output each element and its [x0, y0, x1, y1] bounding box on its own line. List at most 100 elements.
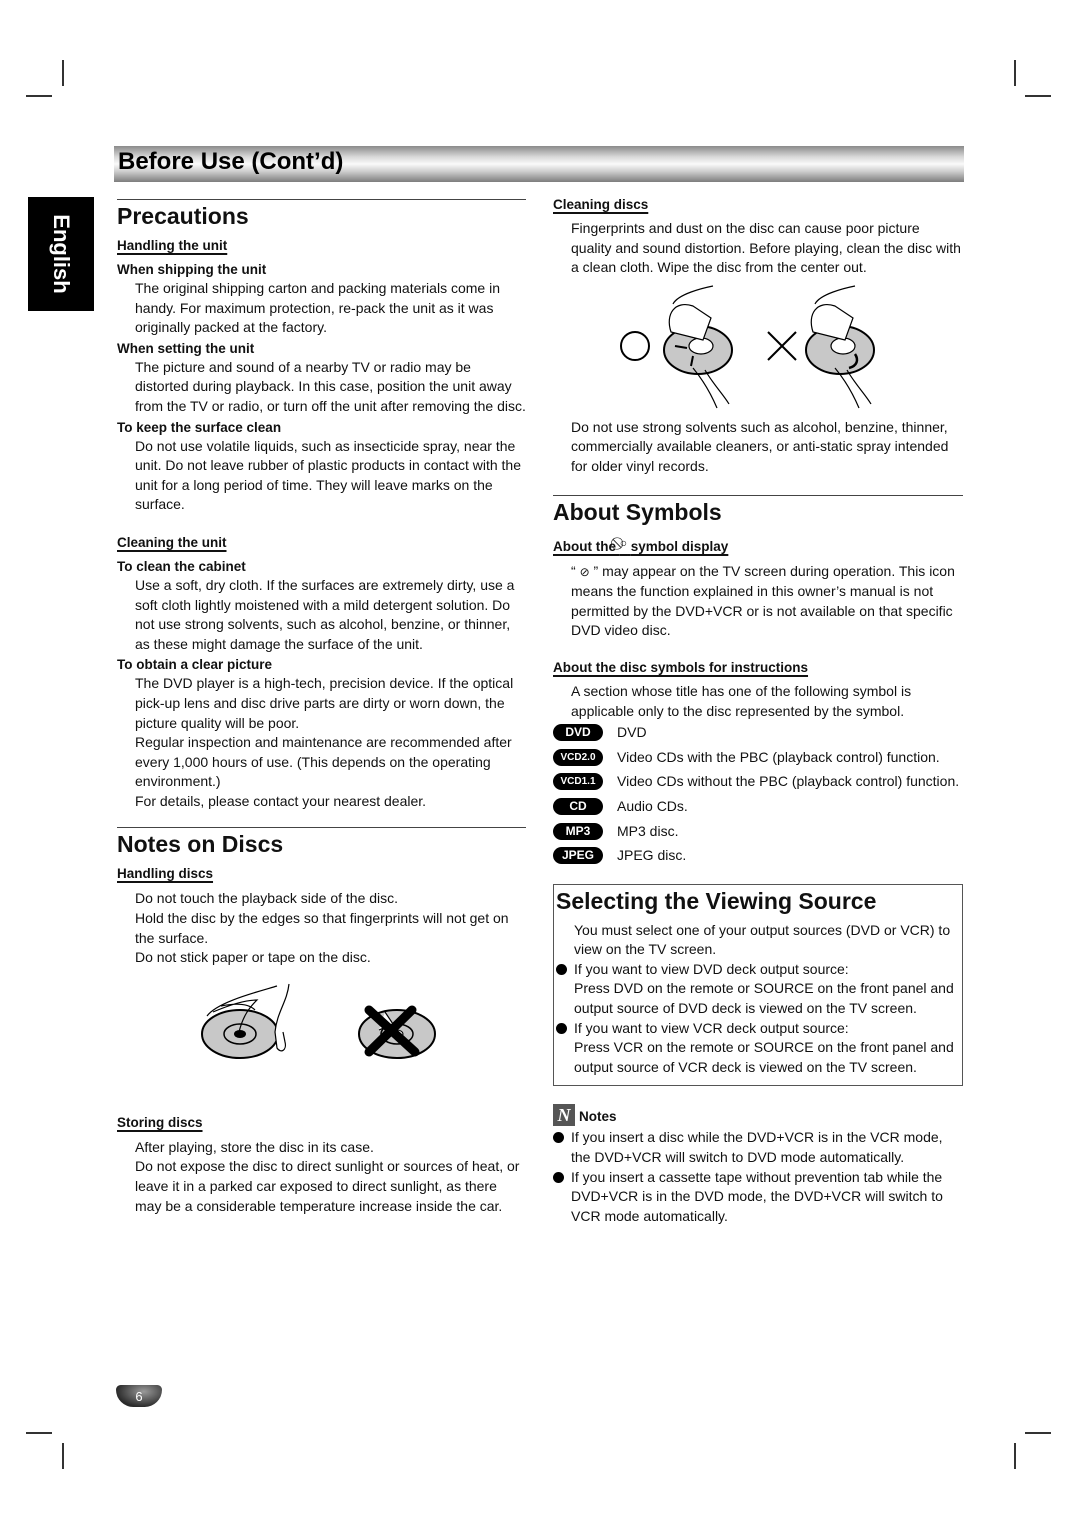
crop-mark — [62, 1443, 64, 1469]
disc-symbol-desc: DVD — [617, 724, 647, 741]
cleaning-discs-warning: Do not use strong solvents such as alcoh… — [571, 418, 949, 474]
notes-block: N Notes If you insert a disc while the D… — [553, 1104, 963, 1226]
disc-symbol-row: VCD1.1 Video CDs without the PBC (playba… — [553, 772, 963, 792]
jpeg-badge-icon: JPEG — [553, 847, 603, 865]
viewing-source-bullet: If you want to view VCR deck output sour… — [556, 1019, 958, 1078]
storing-line: After playing, store the disc in its cas… — [135, 1138, 374, 1155]
picture-text: Regular inspection and maintenance are r… — [135, 734, 512, 790]
right-column: Cleaning discs Fingerprints and dust on … — [553, 196, 963, 1226]
cleaning-discs-text: Fingerprints and dust on the disc can ca… — [571, 220, 961, 276]
symbol-heading-pre: About the — [553, 538, 616, 554]
precautions-heading: Precautions — [117, 203, 249, 229]
symbol-heading-post: symbol display — [630, 538, 729, 554]
handling-line: Hold the disc by the edges so that finge… — [135, 910, 509, 946]
surface-text: Do not use volatile liquids, such as ins… — [135, 437, 521, 513]
handling-unit-heading: Handling the unit — [117, 238, 228, 253]
disc-symbol-list: DVD DVD VCD2.0 Video CDs with the PBC (p… — [553, 723, 963, 866]
quote-open: “ — [571, 562, 576, 579]
about-symbols-heading: About Symbols — [553, 498, 722, 525]
notes-on-discs-heading: Notes on Discs — [117, 831, 284, 858]
left-column: Precautions Handling the unit When shipp… — [117, 199, 526, 1216]
cd-badge-icon: CD — [553, 797, 603, 815]
note-text: If you insert a cassette tape without pr… — [571, 1168, 943, 1224]
disc-symbol-desc: MP3 disc. — [617, 822, 679, 839]
shipping-text: The original shipping carton and packing… — [135, 280, 500, 336]
viewing-source-bullet: If you want to view DVD deck output sour… — [556, 960, 958, 1019]
bullet-head: If you want to view VCR deck output sour… — [574, 1019, 849, 1036]
bullet-icon — [553, 1132, 564, 1144]
correct-hold-icon — [201, 983, 290, 1059]
crop-mark — [62, 60, 64, 86]
divider — [553, 494, 963, 496]
picture-text: The DVD player is a high-tech, precision… — [135, 675, 514, 731]
disc-cleaning-illustration — [620, 285, 875, 409]
viewing-source-box: Selecting the Viewing Source You must se… — [553, 883, 963, 1087]
correct-wipe-icon — [663, 285, 733, 409]
note-item: If you insert a disc while the DVD+VCR i… — [553, 1128, 963, 1167]
crop-mark — [1014, 1443, 1016, 1469]
disc-symbol-row: DVD DVD — [553, 723, 963, 743]
storing-discs-heading: Storing discs — [117, 1114, 203, 1130]
disc-symbols-intro: A section whose title has one of the fol… — [571, 682, 912, 719]
cabinet-text: Use a soft, dry cloth. If the surfaces a… — [135, 576, 515, 652]
correct-circle-icon — [620, 330, 650, 361]
notes-icon: N — [553, 1104, 575, 1127]
prohibited-icon: ⃠○ — [619, 535, 628, 550]
bullet-icon — [553, 1171, 564, 1183]
viewing-source-intro: You must select one of your output sourc… — [574, 921, 951, 958]
disc-symbol-row: JPEG JPEG disc. — [553, 846, 963, 866]
wrong-hold-icon — [358, 1005, 436, 1059]
symbol-display-heading: About the ⃠○ symbol display — [553, 534, 728, 556]
disc-symbol-row: VCD2.0 Video CDs with the PBC (playback … — [553, 748, 963, 768]
disc-symbol-desc: JPEG disc. — [617, 847, 687, 864]
handling-line: Do not touch the playback side of the di… — [135, 890, 399, 907]
language-label: English — [49, 214, 74, 294]
crop-mark — [26, 1432, 52, 1434]
disc-symbol-row: MP3 MP3 disc. — [553, 822, 963, 842]
disc-symbol-desc: Video CDs without the PBC (playback cont… — [617, 773, 960, 790]
note-text: If you insert a disc while the DVD+VCR i… — [571, 1129, 943, 1166]
disc-symbol-desc: Audio CDs. — [617, 797, 688, 814]
surface-title: To keep the surface clean — [117, 419, 282, 435]
page-title: Before Use (Cont’d) — [118, 148, 344, 175]
vcd20-badge-icon: VCD2.0 — [553, 748, 603, 766]
setting-text: The picture and sound of a nearby TV or … — [135, 358, 526, 414]
bullet-head: If you want to view DVD deck output sour… — [574, 960, 849, 977]
handling-line: Do not stick paper or tape on the disc. — [135, 949, 371, 966]
handling-discs-heading: Handling discs — [117, 866, 214, 882]
divider — [117, 827, 526, 829]
viewing-source-heading: Selecting the Viewing Source — [556, 887, 877, 914]
language-tab: English — [28, 197, 94, 311]
crop-mark — [1025, 1432, 1051, 1434]
picture-text: For details, please contact your nearest… — [135, 792, 427, 809]
bullet-body: Press VCR on the remote or SOURCE on the… — [574, 1039, 954, 1075]
bullet-body: Press DVD on the remote or SOURCE on the… — [574, 980, 954, 1017]
section-banner: Before Use (Cont’d) — [114, 146, 964, 182]
disc-handling-illustration — [201, 983, 436, 1059]
cleaning-discs-heading: Cleaning discs — [553, 197, 649, 212]
storing-line: Do not expose the disc to direct sunligh… — [135, 1158, 520, 1214]
bullet-icon — [556, 1022, 567, 1034]
crop-mark — [1014, 60, 1016, 86]
mp3-badge-icon: MP3 — [553, 822, 603, 840]
page-number: 6 — [116, 1385, 162, 1407]
vcd11-badge-icon: VCD1.1 — [553, 773, 603, 791]
crop-mark — [1025, 95, 1051, 97]
bullet-icon — [556, 963, 567, 975]
wrong-x-icon — [767, 331, 797, 361]
disc-symbol-desc: Video CDs with the PBC (playback control… — [617, 748, 940, 765]
note-item: If you insert a cassette tape without pr… — [553, 1168, 963, 1227]
disc-symbol-row: CD Audio CDs. — [553, 797, 963, 817]
cabinet-title: To clean the cabinet — [117, 558, 246, 574]
divider — [117, 199, 526, 200]
symbol-text-body: ” may appear on the TV screen during ope… — [571, 562, 955, 639]
picture-title: To obtain a clear picture — [117, 657, 273, 673]
crop-mark — [26, 95, 52, 97]
dvd-badge-icon: DVD — [553, 724, 603, 742]
symbol-text: “ ⊘ ” may appear on the TV screen during… — [553, 562, 963, 641]
notes-title: Notes — [579, 1109, 617, 1125]
prohibited-icon: ⊘ — [579, 564, 590, 579]
cleaning-unit-heading: Cleaning the unit — [117, 534, 227, 550]
disc-symbols-heading: About the disc symbols for instructions — [553, 659, 809, 675]
wrong-wipe-icon — [805, 285, 875, 409]
